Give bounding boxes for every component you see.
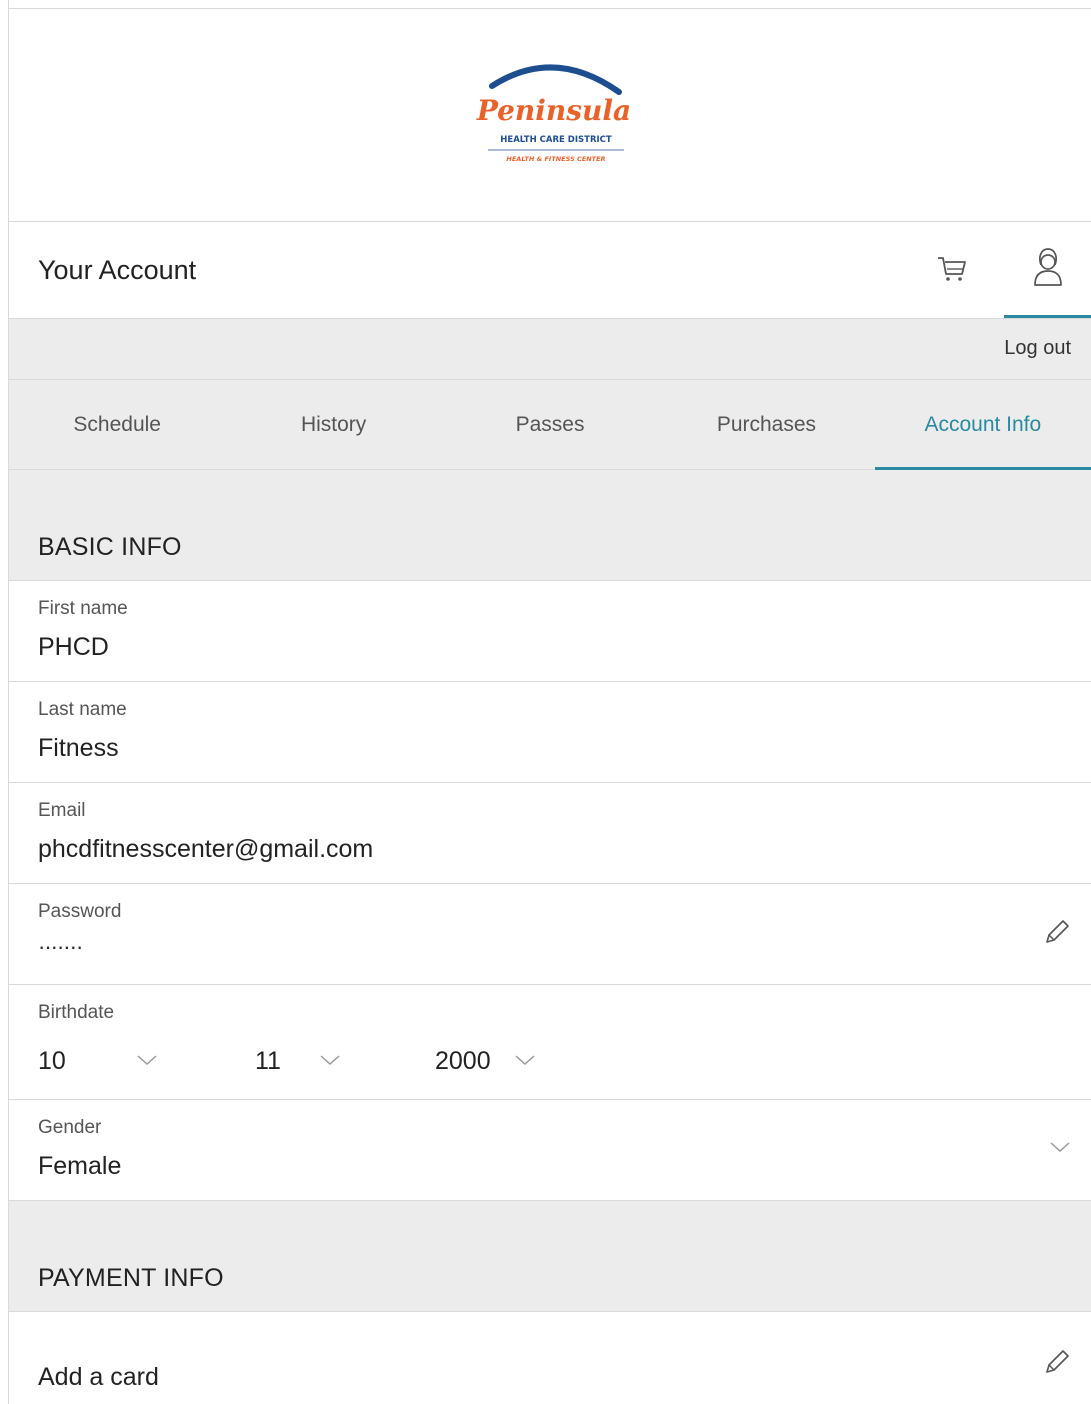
password-value: ······· — [38, 934, 83, 959]
basic-info-title: BASIC INFO — [38, 533, 182, 561]
account-user-button[interactable] — [1004, 222, 1091, 318]
page-frame: Peninsula HEALTH CARE DISTRICT HEALTH & … — [8, 0, 1091, 1404]
payment-info-title: PAYMENT INFO — [38, 1264, 224, 1292]
account-tabs: Schedule History Passes Purchases Accoun… — [9, 380, 1091, 470]
password-field[interactable]: Password ······· — [9, 884, 1091, 985]
logo-line2-text: HEALTH & FITNESS CENTER — [506, 155, 605, 163]
tab-schedule[interactable]: Schedule — [9, 380, 225, 469]
logo-line1-text: HEALTH CARE DISTRICT — [500, 135, 612, 145]
payment-info-header: PAYMENT INFO — [9, 1201, 1091, 1312]
chevron-down-icon — [515, 1055, 535, 1066]
peninsula-logo: Peninsula HEALTH CARE DISTRICT HEALTH & … — [476, 64, 631, 163]
add-card-row[interactable]: Add a card — [9, 1312, 1091, 1404]
logout-bar: Log out — [9, 319, 1091, 380]
cart-icon — [938, 257, 966, 281]
gender-label: Gender — [38, 1117, 102, 1138]
email-label: Email — [38, 800, 86, 821]
chevron-down-icon — [320, 1055, 340, 1066]
pencil-icon[interactable] — [1041, 1346, 1073, 1378]
first-name-label: First name — [38, 598, 128, 619]
logo-area: Peninsula HEALTH CARE DISTRICT HEALTH & … — [9, 9, 1091, 222]
gender-field[interactable]: Gender Female — [9, 1100, 1091, 1201]
first-name-value[interactable]: PHCD — [38, 633, 109, 662]
top-border — [9, 0, 1091, 9]
tab-history[interactable]: History — [225, 380, 441, 469]
chevron-down-icon — [137, 1055, 157, 1066]
last-name-field[interactable]: Last name Fitness — [9, 682, 1091, 783]
tab-account-info[interactable]: Account Info — [874, 380, 1091, 470]
birth-year-value: 2000 — [435, 1047, 491, 1075]
pencil-icon[interactable] — [1041, 916, 1073, 948]
basic-info-header: BASIC INFO — [9, 470, 1091, 581]
password-label: Password — [38, 901, 122, 922]
last-name-label: Last name — [38, 699, 127, 720]
birth-year-select[interactable]: 2000 — [435, 1047, 545, 1076]
add-card-link[interactable]: Add a card — [38, 1363, 159, 1392]
gender-value[interactable]: Female — [38, 1152, 121, 1181]
birth-day-value: 11 — [255, 1047, 281, 1075]
birthdate-field: Birthdate 10 11 2000 — [9, 985, 1091, 1100]
account-header: Your Account — [9, 222, 1091, 319]
logout-link[interactable]: Log out — [1004, 337, 1071, 360]
chevron-down-icon[interactable] — [1049, 1140, 1071, 1154]
cart-button[interactable] — [934, 250, 970, 286]
first-name-field[interactable]: First name PHCD — [9, 581, 1091, 682]
birthdate-label: Birthdate — [38, 1002, 115, 1023]
user-icon — [1034, 248, 1062, 286]
email-field[interactable]: Email phcdfitnesscenter@gmail.com — [9, 783, 1091, 884]
page-title: Your Account — [38, 255, 197, 285]
user-active-underline — [1004, 315, 1091, 318]
birth-day-select[interactable]: 11 — [255, 1047, 355, 1076]
logo-brand-text: Peninsula — [476, 94, 631, 127]
last-name-value[interactable]: Fitness — [38, 734, 119, 763]
birth-month-select[interactable]: 10 — [38, 1047, 158, 1076]
birth-month-value: 10 — [38, 1047, 66, 1075]
email-value[interactable]: phcdfitnesscenter@gmail.com — [38, 835, 373, 864]
tab-passes[interactable]: Passes — [442, 380, 658, 469]
tab-purchases[interactable]: Purchases — [658, 380, 874, 469]
